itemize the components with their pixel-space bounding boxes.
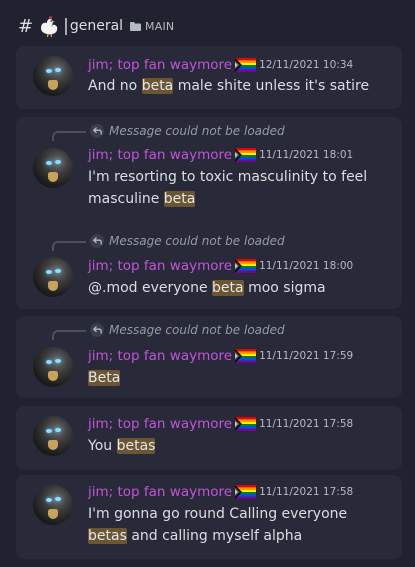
channel-hash-icon: # [18, 15, 34, 37]
avatar[interactable] [33, 347, 73, 387]
message-timestamp: 12/11/2021 10:34 [259, 59, 354, 71]
search-match-highlight: betas [116, 438, 156, 454]
reply-connector [52, 131, 86, 141]
message-text: @.mod everyone [88, 280, 213, 296]
message-text: moo sigma [243, 280, 326, 296]
message-card[interactable]: jim; top fan waymore 11/11/2021 17:58 I'… [16, 475, 402, 559]
avatar[interactable] [33, 257, 73, 297]
progress-pride-flag-icon [235, 417, 257, 431]
author-name[interactable]: jim; top fan waymore [88, 416, 232, 432]
progress-pride-flag-icon [235, 148, 257, 162]
message-timestamp: 11/11/2021 17:58 [259, 418, 354, 430]
search-match-highlight: beta [212, 280, 244, 296]
reply-preview[interactable]: Message could not be loaded [90, 233, 285, 249]
avatar[interactable] [33, 148, 73, 188]
message-text: You [88, 438, 117, 454]
search-match-highlight: Beta [88, 370, 121, 386]
message-content: @.mod everyone beta moo sigma [88, 277, 390, 299]
progress-pride-flag-icon [235, 485, 257, 499]
message-card[interactable]: jim; top fan waymore 12/11/2021 10:34 An… [16, 46, 402, 109]
message-text: I'm resorting to toxic masculinity to fe… [88, 169, 368, 207]
author-name[interactable]: jim; top fan waymore [88, 57, 232, 73]
message-card[interactable]: jim; top fan waymore 11/11/2021 17:58 Yo… [16, 406, 402, 470]
message-text: And no [88, 78, 142, 94]
message-content: You betas [88, 435, 390, 457]
progress-pride-flag-icon [235, 259, 257, 273]
progress-pride-flag-icon [235, 58, 257, 72]
channel-separator: | [63, 16, 69, 36]
reply-arrow-icon [90, 323, 104, 337]
message-content: I'm resorting to toxic masculinity to fe… [88, 166, 390, 210]
reply-connector [52, 330, 86, 340]
channel-name[interactable]: general [70, 18, 123, 34]
reply-arrow-icon [90, 234, 104, 248]
reply-text: Message could not be loaded [109, 234, 285, 248]
message-timestamp: 11/11/2021 18:01 [259, 149, 354, 161]
message-timestamp: 11/11/2021 18:00 [259, 260, 354, 272]
avatar[interactable] [33, 56, 73, 96]
reply-arrow-icon [90, 124, 104, 138]
channel-header: # | general MAIN [0, 0, 415, 52]
avatar[interactable] [33, 416, 73, 456]
message-timestamp: 11/11/2021 17:58 [259, 486, 354, 498]
category-label: MAIN [145, 19, 175, 33]
message-timestamp: 11/11/2021 17:59 [259, 350, 354, 362]
message-card[interactable]: Message could not be loaded jim; top fan… [16, 227, 402, 309]
search-match-highlight: beta [141, 78, 174, 94]
message-text: I'm gonna go round Calling everyone [88, 506, 348, 522]
message-content: And no beta male shite unless it's satir… [88, 75, 390, 97]
reply-connector [52, 241, 86, 251]
author-name[interactable]: jim; top fan waymore [88, 258, 232, 274]
author-name[interactable]: jim; top fan waymore [88, 484, 232, 500]
reply-text: Message could not be loaded [109, 323, 285, 337]
reply-preview[interactable]: Message could not be loaded [90, 123, 285, 139]
message-card[interactable]: Message could not be loaded jim; top fan… [16, 316, 402, 398]
reply-preview[interactable]: Message could not be loaded [90, 322, 285, 338]
author-name[interactable]: jim; top fan waymore [88, 147, 232, 163]
avatar[interactable] [33, 485, 73, 525]
chicken-icon [41, 16, 58, 38]
progress-pride-flag-icon [235, 349, 257, 363]
search-match-highlight: beta [163, 191, 196, 207]
message-text: and calling myself alpha [126, 528, 303, 544]
reply-text: Message could not be loaded [109, 124, 285, 138]
author-name[interactable]: jim; top fan waymore [88, 348, 232, 364]
message-content: Beta [88, 367, 390, 389]
folder-icon [130, 21, 142, 31]
message-content: I'm gonna go round Calling everyone beta… [88, 503, 390, 547]
search-match-highlight: betas [88, 528, 127, 544]
message-text: male shite unless it's satire [173, 78, 370, 94]
